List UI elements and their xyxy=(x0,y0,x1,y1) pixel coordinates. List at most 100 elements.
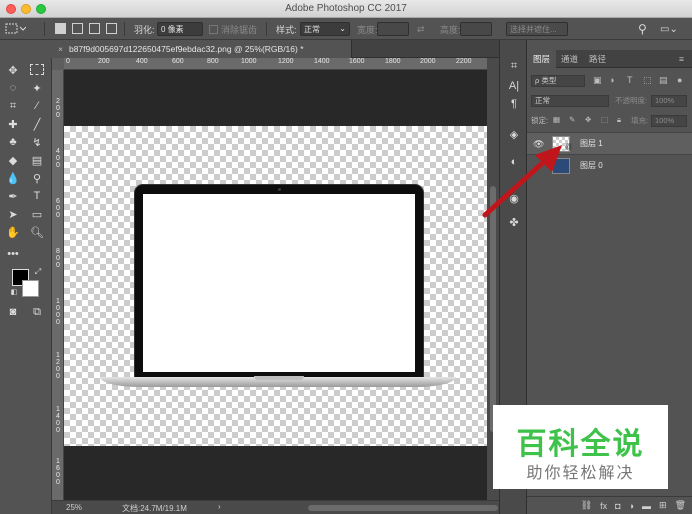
brush-tool-icon[interactable]: ╱ xyxy=(28,116,46,132)
lasso-tool-icon[interactable]: ◌ xyxy=(4,80,22,96)
intersect-selection-icon[interactable] xyxy=(106,23,117,34)
zoom-tool-icon[interactable]: 🔍︎ xyxy=(28,224,46,240)
horizontal-ruler[interactable]: 0 200 400 600 800 1000 1200 1400 1600 18… xyxy=(64,58,487,70)
layers-panel-footer: ⛓ fx ◘ ◑ ▬ ⊞ 🗑︎ xyxy=(527,496,692,514)
eraser-tool-icon[interactable]: ◆ xyxy=(4,152,22,168)
properties-icon[interactable]: ⌗ xyxy=(505,58,523,74)
move-tool-icon[interactable]: ✥ xyxy=(4,62,22,78)
filter-smart-object-icon[interactable]: ▤ xyxy=(659,75,668,86)
path-selection-icon[interactable]: ➤ xyxy=(4,206,22,222)
ruler-label: 2200 xyxy=(456,58,472,65)
document-title: b87f9d005697d122650475ef9ebdac32.png @ 2… xyxy=(68,44,304,54)
lock-row: 锁定: ▦ ✎ ✥ ⬚ 🔒︎ 填充: 100% xyxy=(527,112,692,130)
tab-layers[interactable]: 图层 xyxy=(527,50,557,68)
filter-toggle-icon[interactable]: ● xyxy=(677,75,682,85)
lock-transparency-icon[interactable]: ▦ xyxy=(553,115,560,124)
document-info[interactable]: 文档:24.7M/19.1M xyxy=(122,503,187,514)
link-icon[interactable]: ⛓ xyxy=(581,500,592,511)
rectangle-tool-icon[interactable]: ▭ xyxy=(28,206,46,222)
ruler-label: 1200 xyxy=(278,58,294,65)
paragraph-icon[interactable]: ¶ xyxy=(505,96,523,112)
ruler-label: 6 0 0 xyxy=(56,198,60,219)
opacity-label: 不透明度: xyxy=(615,96,648,105)
fill-label: 填充: xyxy=(631,116,649,125)
gradient-tool-icon[interactable]: ▤ xyxy=(28,152,46,168)
screen-mode-icon[interactable]: ⧉ xyxy=(28,304,46,320)
blend-mode-select[interactable]: 正常 xyxy=(531,95,609,107)
lock-image-icon[interactable]: ✎ xyxy=(569,115,575,124)
ruler-label: 8 0 0 xyxy=(56,248,60,269)
hand-tool-icon[interactable]: ✋ xyxy=(4,224,22,240)
workspace-icon[interactable]: ▭⌄ xyxy=(660,21,678,37)
height-input[interactable] xyxy=(460,22,492,36)
search-icon[interactable]: ⚲ xyxy=(638,21,647,37)
background-color-swatch[interactable] xyxy=(22,280,39,297)
clone-stamp-icon[interactable]: ♣ xyxy=(4,134,22,150)
document-tab[interactable]: × b87f9d005697d122650475ef9ebdac32.png @… xyxy=(52,40,352,58)
pen-tool-icon[interactable]: ✒ xyxy=(4,188,22,204)
magic-wand-icon[interactable]: ✦ xyxy=(28,80,46,96)
type-tool-icon[interactable]: T xyxy=(28,188,46,204)
character-icon[interactable]: A| xyxy=(505,78,523,94)
new-selection-icon[interactable] xyxy=(55,23,66,34)
zoom-level[interactable]: 25% xyxy=(66,503,82,512)
select-and-mask-button[interactable]: 选择并遮住... xyxy=(506,22,568,36)
width-input[interactable] xyxy=(377,22,409,36)
marquee-tool-icon[interactable] xyxy=(30,64,44,75)
fill-input[interactable]: 100% xyxy=(651,115,687,127)
folder-icon[interactable]: ▬ xyxy=(642,501,651,511)
vertical-ruler[interactable]: 2 0 0 4 0 0 6 0 0 8 0 0 1 0 0 0 1 2 0 0 … xyxy=(52,70,64,500)
fx-icon[interactable]: fx xyxy=(600,501,607,511)
marquee-preset-picker[interactable] xyxy=(4,21,26,37)
filter-shape-icon[interactable]: ⬚ xyxy=(643,75,652,86)
blur-tool-icon[interactable]: 💧 xyxy=(4,170,22,186)
swap-icon[interactable]: ⇄ xyxy=(417,21,425,37)
style-value: 正常 xyxy=(304,25,320,34)
filter-type-icon[interactable]: T xyxy=(627,75,633,85)
quick-mask-icon[interactable]: ◙ xyxy=(4,304,22,320)
opacity-input[interactable]: 100% xyxy=(651,95,687,107)
default-colors-icon[interactable]: ◧ xyxy=(5,284,23,300)
history-brush-icon[interactable]: ↯ xyxy=(28,134,46,150)
status-bar: 25% 文档:24.7M/19.1M › xyxy=(52,500,499,514)
document-tab-bar: × b87f9d005697d122650475ef9ebdac32.png @… xyxy=(52,40,499,58)
style-select[interactable]: 正常 ⌄ xyxy=(300,22,350,36)
tab-paths[interactable]: 路径 xyxy=(583,50,612,68)
marquee-preset-icon xyxy=(5,23,26,34)
chevron-right-icon[interactable]: › xyxy=(218,502,221,511)
watermark-badge: 百科全说 助你轻松解决 xyxy=(493,405,668,489)
ruler-origin[interactable] xyxy=(52,58,64,70)
layer-filter-select[interactable]: ρ 类型 xyxy=(531,75,585,87)
title-bar: Adobe Photoshop CC 2017 xyxy=(0,0,692,18)
antialias-checkbox[interactable] xyxy=(209,25,218,34)
horizontal-scrollbar-thumb[interactable] xyxy=(308,505,498,511)
tab-channels[interactable]: 通道 xyxy=(555,50,584,68)
healing-brush-icon[interactable]: ✚ xyxy=(4,116,22,132)
lock-artboard-icon[interactable]: ⬚ xyxy=(601,115,608,124)
canvas-area[interactable] xyxy=(64,70,487,500)
new-layer-icon[interactable]: ⊞ xyxy=(659,500,667,511)
close-icon[interactable]: × xyxy=(58,44,63,54)
filter-pixel-icon[interactable]: ▣ xyxy=(593,75,602,86)
eyedropper-icon[interactable]: ⁄ xyxy=(28,98,46,114)
panel-menu-icon[interactable]: ≡ xyxy=(675,50,688,68)
chevron-down-icon: ⌄ xyxy=(339,24,346,33)
blend-row: 正常 不透明度: 100% xyxy=(527,92,692,110)
height-label: 高度: xyxy=(440,24,461,35)
subtract-selection-icon[interactable] xyxy=(89,23,100,34)
laptop-screen xyxy=(143,194,415,372)
annotation-arrow xyxy=(482,145,562,218)
crop-tool-icon[interactable]: ⌗ xyxy=(4,98,22,114)
trash-icon[interactable]: 🗑︎ xyxy=(675,500,686,511)
swap-colors-icon[interactable]: ⤢ xyxy=(29,264,47,280)
filter-adjustment-icon[interactable]: ◑ xyxy=(609,75,614,85)
lock-position-icon[interactable]: ✥ xyxy=(585,115,591,124)
dodge-tool-icon[interactable]: ⚲ xyxy=(28,170,46,186)
feather-input[interactable]: 0 像素 xyxy=(157,22,203,36)
laptop-image xyxy=(134,184,424,378)
adjustment-icon[interactable]: ◑ xyxy=(629,501,634,511)
lock-all-icon[interactable]: 🔒︎ xyxy=(617,115,621,125)
add-selection-icon[interactable] xyxy=(72,23,83,34)
more-tools-icon[interactable]: ••• xyxy=(4,246,22,262)
mask-icon[interactable]: ◘ xyxy=(615,501,620,511)
